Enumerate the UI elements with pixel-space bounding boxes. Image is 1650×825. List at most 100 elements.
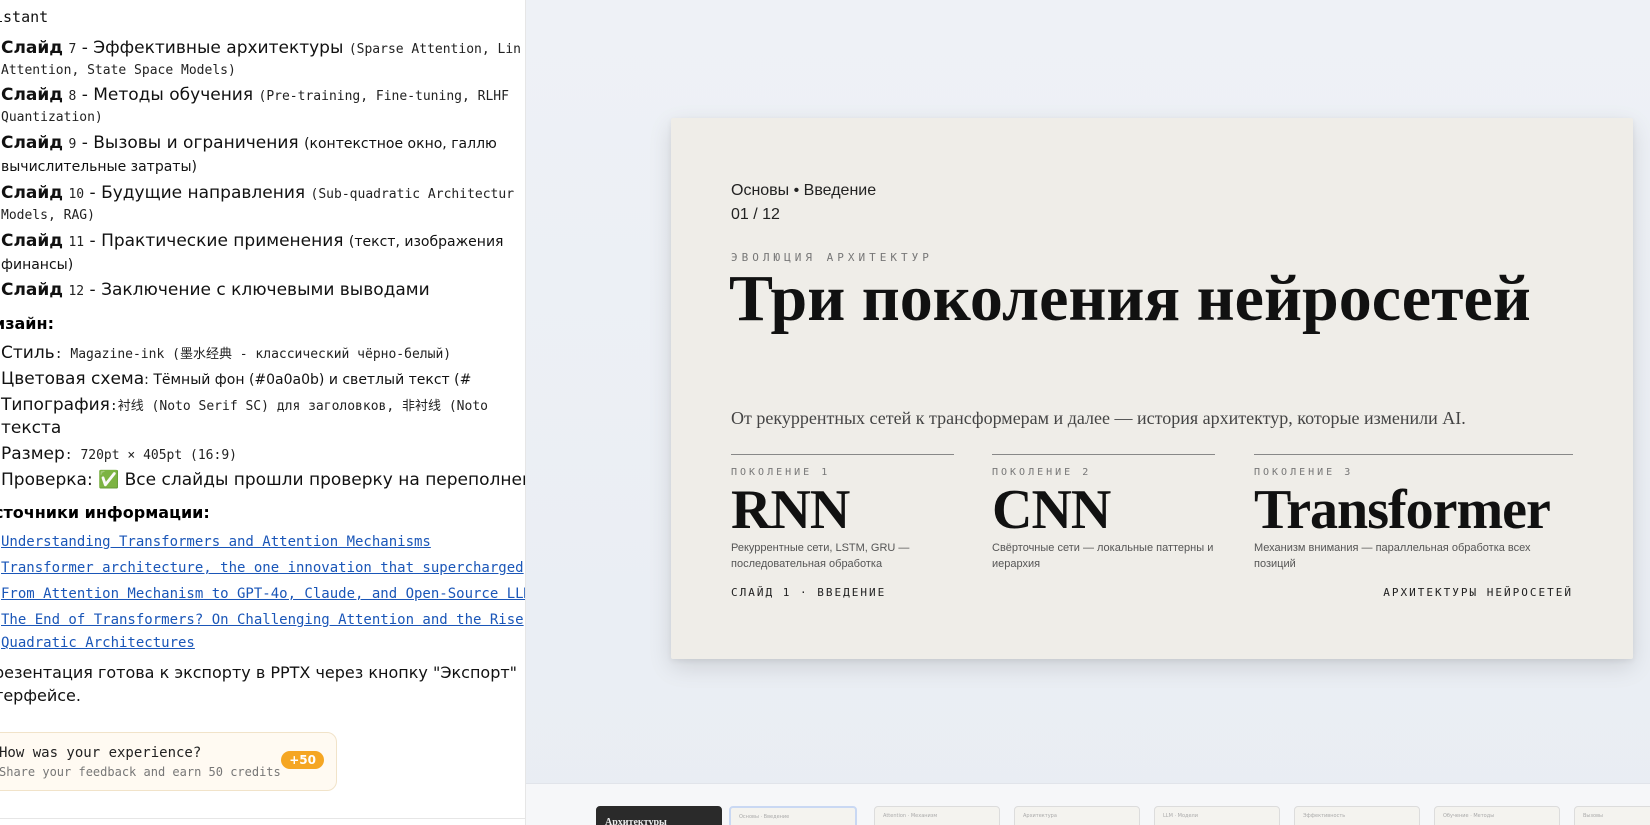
assistant-label: istant (0, 8, 49, 26)
slide-thumbnail[interactable]: Основы · Введение (729, 806, 857, 825)
slide-thumbnail[interactable]: Attention · Механизм (874, 806, 1000, 825)
slide-number: 7 (68, 42, 77, 57)
generation-desc: Свёрточные сети — локальные паттерны и и… (992, 542, 1214, 570)
design-key: Типография (1, 395, 110, 415)
slide-detail-cont: финансы) (1, 257, 74, 273)
slide-subtitle: От рекуррентных сетей к трансформерам и … (731, 408, 1466, 428)
slide-dash: - (81, 38, 88, 58)
design-value: : Magazine-ink (墨水经典 - классический чёрн… (54, 347, 452, 362)
design-item: Проверка: ✅ Все слайды прошли проверку н… (1, 470, 526, 490)
slide-number: 11 (68, 235, 85, 250)
app-window: istant Слайд 7 - Эффективные архитектуры… (0, 0, 1650, 825)
generation-card: ПОКОЛЕНИЕ 1 RNN Рекуррентные сети, LSTM,… (731, 454, 954, 572)
design-heading: изайн: (0, 314, 54, 333)
slide-title: Методы обучения (93, 85, 254, 105)
design-value: : 720pt × 405pt (16:9) (64, 448, 237, 463)
generation-desc: Рекуррентные сети, LSTM, GRU — последова… (731, 542, 910, 570)
generation-card: ПОКОЛЕНИЕ 2 CNN Свёрточные сети — локаль… (992, 454, 1215, 572)
source-link[interactable]: Understanding Transformers and Attention… (1, 534, 431, 550)
slide-list-item: Слайд 8 - Методы обучения (Pre-training,… (1, 85, 509, 105)
slide-detail-cont: вычислительные затраты) (1, 159, 197, 175)
slide-footer-left: СЛАЙД 1 · ВВЕДЕНИЕ (731, 586, 887, 599)
slide-detail-cont: Quantization) (1, 110, 103, 125)
generation-rule (992, 454, 1215, 455)
design-value: :衬线 (Noto Serif SC) для заголовков, 非衬线 … (109, 399, 488, 414)
generation-name: Transformer (1254, 479, 1551, 541)
slide-label: Слайд (1, 183, 64, 203)
slide-list-item: Слайд 10 - Будущие направления (Sub-quad… (1, 183, 514, 203)
slide-label: Слайд (1, 38, 64, 58)
source-link[interactable]: Transformer architecture, the one innova… (1, 560, 524, 576)
thumbnail-label: Архитектуры (605, 817, 667, 825)
feedback-subtitle: Share your feedback and earn 50 credits (0, 765, 281, 779)
slide-preview[interactable]: Основы • Введение 01 / 12 ЭВОЛЮЦИЯ АРХИТ… (671, 118, 1633, 659)
slide-title: Вызовы и ограничения (93, 133, 299, 153)
thumbnail-label: Вызовы (1583, 813, 1603, 819)
generation-desc: Механизм внимания — параллельная обработ… (1254, 542, 1531, 570)
slide-footer-right: АРХИТЕКТУРЫ НЕЙРОСЕТЕЙ (1383, 586, 1573, 599)
slide-title: Три поколения нейросетей (729, 262, 1531, 335)
slide-number: 9 (68, 137, 77, 152)
slide-dash: - (89, 183, 96, 203)
slide-title: Заключение с ключевыми выводами (101, 280, 430, 300)
source-link[interactable]: From Attention Mechanism to GPT-4o, Clau… (1, 586, 525, 602)
export-note: резентация готова к экспорту в PPTX чере… (0, 663, 518, 682)
slide-title: Будущие направления (101, 183, 306, 203)
slide-label: Слайд (1, 231, 64, 251)
slide-label: Слайд (1, 133, 64, 153)
design-value: : Тёмный фон (#0a0a0b) и светлый текст (… (144, 372, 472, 388)
slide-thumbnail[interactable]: Вызовы (1574, 806, 1650, 825)
slide-list-item: Слайд 7 - Эффективные архитектуры (Spars… (1, 38, 521, 58)
slide-label: Слайд (1, 280, 64, 300)
slide-kicker: Основы • Введение (731, 182, 877, 199)
thumbnail-label: Обучение · Методы (1443, 813, 1495, 819)
design-key: Проверка (1, 470, 87, 490)
design-item: Типография:衬线 (Noto Serif SC) для заголо… (1, 395, 488, 415)
slide-number: 12 (68, 284, 85, 299)
slide-detail: (Pre-training, Fine-tuning, RLHF (258, 89, 509, 104)
slide-thumbnail[interactable]: LLM · Модели (1154, 806, 1280, 825)
feedback-card[interactable]: How was your experience? Share your feed… (0, 732, 337, 791)
slide-list-item: Слайд 11 - Практические применения (текс… (1, 231, 503, 251)
design-item: Размер: 720pt × 405pt (16:9) (1, 444, 237, 464)
slide-detail-cont: Attention, State Space Models) (1, 63, 236, 78)
slide-thumbnail[interactable]: Архитектуры (596, 806, 722, 825)
generation-label: ПОКОЛЕНИЕ 2 (992, 467, 1092, 478)
generation-rule (1254, 454, 1573, 455)
slide-dash: - (89, 280, 96, 300)
generation-label: ПОКОЛЕНИЕ 1 (731, 467, 831, 478)
slide-thumbnail[interactable]: Обучение · Методы (1434, 806, 1560, 825)
source-link[interactable]: Quadratic Architectures (1, 635, 195, 651)
thumbnail-label: Основы · Введение (739, 814, 790, 820)
source-link[interactable]: The End of Transformers? On Challenging … (1, 612, 524, 628)
slide-thumbnail[interactable]: Эффективность (1294, 806, 1420, 825)
thumbnail-label: Архитектура (1023, 813, 1057, 819)
thumbnail-label: LLM · Модели (1163, 813, 1199, 819)
feedback-title: How was your experience? (0, 745, 202, 761)
generation-rule (731, 454, 954, 455)
sources-heading: сточники информации: (0, 503, 210, 522)
design-item: Стиль: Magazine-ink (墨水经典 - классический… (1, 343, 451, 363)
preview-area: Основы • Введение 01 / 12 ЭВОЛЮЦИЯ АРХИТ… (526, 0, 1650, 825)
slide-thumbnail[interactable]: Архитектура (1014, 806, 1140, 825)
thumbnail-label: Attention · Механизм (883, 813, 938, 819)
slide-detail: (Sparse Attention, Lin (348, 42, 521, 57)
slide-dash: - (89, 231, 96, 251)
design-item-cont: текста (1, 418, 62, 438)
slide-dash: - (81, 133, 88, 153)
slide-detail: (Sub-quadratic Architectur (310, 187, 515, 202)
generation-name: RNN (731, 479, 850, 541)
design-item: Цветовая схема: Тёмный фон (#0a0a0b) и с… (1, 369, 471, 389)
thumbnail-strip: Архитектуры Основы · Введение Attention … (526, 783, 1650, 825)
export-note-cont: терфейсе. (0, 686, 81, 705)
slide-list-item: Слайд 12 - Заключение с ключевыми вывода… (1, 280, 430, 300)
slide-detail-cont: Models, RAG) (1, 208, 95, 223)
thumbnail-label: Эффективность (1303, 813, 1346, 819)
slide-dash: - (81, 85, 88, 105)
design-value: : ✅ Все слайды прошли проверку на перепо… (86, 470, 526, 490)
slide-number: 8 (68, 89, 77, 104)
generation-card: ПОКОЛЕНИЕ 3 Transformer Механизм внимани… (1254, 454, 1573, 572)
slide-detail: (текст, изображения (348, 234, 504, 250)
slide-label: Слайд (1, 85, 64, 105)
chat-panel: istant Слайд 7 - Эффективные архитектуры… (0, 0, 526, 825)
